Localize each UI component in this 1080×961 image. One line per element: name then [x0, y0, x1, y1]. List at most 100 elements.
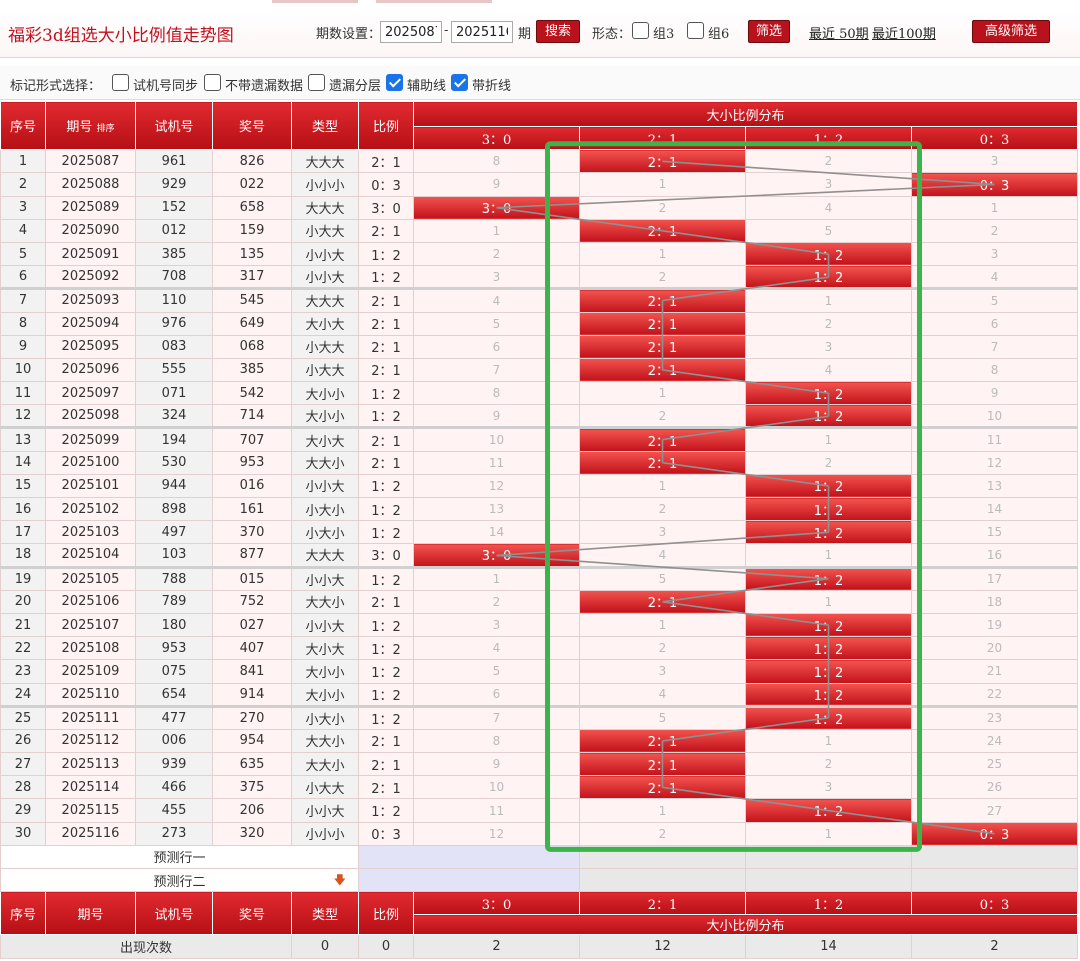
- search-button[interactable]: 搜索: [536, 20, 580, 43]
- miss-cell: 1: [745, 426, 912, 452]
- footer-ratio-3-0: 3：0: [413, 891, 580, 916]
- type-cell: 小小大: [291, 798, 359, 823]
- type-cell: 小大大: [291, 775, 359, 800]
- miss-cell: 19: [910, 612, 1079, 638]
- hit-cell: 1：2: [745, 520, 912, 545]
- option-miss-layer-checkbox[interactable]: [308, 74, 325, 91]
- top-tab-1[interactable]: [272, 0, 358, 3]
- miss-cell: 2: [579, 265, 746, 290]
- option-aux-line-checkbox[interactable]: [386, 74, 403, 91]
- hit-cell: 2：1: [579, 728, 746, 754]
- predict-row-1[interactable]: 预测行一: [0, 844, 359, 870]
- predict-row-2-input[interactable]: [358, 867, 580, 893]
- award-cell: 953: [212, 450, 292, 475]
- award-cell: 068: [212, 334, 292, 359]
- miss-cell: 4: [579, 682, 746, 707]
- miss-cell: 1: [579, 241, 746, 267]
- miss-cell: 2: [413, 589, 580, 614]
- advanced-filter-button[interactable]: 高级筛选: [972, 20, 1050, 43]
- type-cell: 大大小: [291, 589, 359, 614]
- miss-cell: 1: [579, 381, 746, 406]
- award-cell: 375: [212, 775, 292, 800]
- footer-type: 类型: [291, 891, 359, 936]
- trial-cell: 477: [135, 704, 213, 730]
- period-end-input[interactable]: [451, 21, 513, 43]
- table-row: 20 2025106 789 752 大大小 2：1 2 2：1 1 18: [0, 589, 1079, 614]
- seq-cell: 27: [0, 752, 46, 777]
- option-trial-sync-label: 试机号同步: [133, 79, 199, 94]
- header-issue[interactable]: 期号 排序: [45, 100, 136, 151]
- miss-cell: 3: [910, 149, 1079, 174]
- ratio-cell: 1：2: [358, 704, 414, 730]
- miss-cell: 14: [413, 520, 580, 545]
- hit-cell: 1：2: [745, 612, 912, 638]
- recent-100-link[interactable]: 最近100期: [872, 23, 936, 42]
- seq-cell: 28: [0, 775, 46, 800]
- trend-rows: 1 2025087 961 826 大大大 2：1 8 2：1 2 3 2 2025088 929 022…: [0, 149, 1079, 846]
- ratio-cell: 1：2: [358, 404, 414, 429]
- trial-cell: 944: [135, 473, 213, 499]
- predict-2-cell[interactable]: [910, 867, 1079, 893]
- type-cell: 小大小: [291, 520, 359, 545]
- type-cell: 小大小: [291, 496, 359, 522]
- table-row: 24 2025110 654 914 大小小 1：2 6 4 1：2 22: [0, 682, 1079, 707]
- predict-row-1-input[interactable]: [358, 844, 580, 870]
- issue-cell: 2025106: [45, 589, 136, 614]
- miss-cell: 2: [745, 450, 912, 475]
- issue-cell: 2025097: [45, 381, 136, 406]
- table-row: 10 2025096 555 385 小大大 2：1 7 2：1 4 8: [0, 357, 1079, 383]
- stats-count-1-2: 14: [745, 934, 912, 959]
- option-trial-sync-checkbox[interactable]: [112, 74, 129, 91]
- miss-cell: 18: [910, 589, 1079, 614]
- filter-button[interactable]: 筛选: [748, 20, 790, 43]
- hit-cell: 1：2: [745, 798, 912, 823]
- hit-cell: 3：0: [413, 543, 580, 568]
- issue-cell: 2025112: [45, 728, 136, 754]
- trial-cell: 455: [135, 798, 213, 823]
- ratio-cell: 2：1: [358, 728, 414, 754]
- seq-cell: 10: [0, 357, 46, 383]
- predict-row-2[interactable]: 预测行二 🡇: [0, 867, 359, 893]
- type-cell: 大小小: [291, 682, 359, 707]
- miss-cell: 8: [413, 381, 580, 406]
- footer-ratio-2-1: 2：1: [579, 891, 746, 916]
- header-seq: 序号: [0, 100, 46, 151]
- predict-1-cell[interactable]: [579, 844, 746, 870]
- type-cell: 小大大: [291, 334, 359, 359]
- type-cell: 大大小: [291, 450, 359, 475]
- ratio-cell: 2：1: [358, 287, 414, 313]
- period-dash: -: [444, 23, 449, 38]
- sort-toggle[interactable]: 排序: [97, 124, 115, 134]
- award-cell: 320: [212, 821, 292, 846]
- header-ratio-1-2: 1：2: [745, 125, 912, 151]
- hit-cell: 2：1: [579, 450, 746, 475]
- hit-cell: 1：2: [745, 241, 912, 267]
- predict-1-cell[interactable]: [910, 844, 1079, 870]
- issue-cell: 2025107: [45, 612, 136, 638]
- period-label: 期数设置：: [316, 27, 382, 42]
- type-cell: 小小大: [291, 473, 359, 499]
- zu3-checkbox[interactable]: [632, 22, 649, 39]
- recent-50-link[interactable]: 最近 50期: [809, 23, 869, 42]
- trial-cell: 012: [135, 218, 213, 243]
- trial-cell: 385: [135, 241, 213, 267]
- option-polyline-checkbox[interactable]: [451, 74, 468, 91]
- predict-2-cell[interactable]: [579, 867, 746, 893]
- miss-cell: 4: [413, 287, 580, 313]
- arrow-down-icon[interactable]: 🡇: [334, 871, 346, 891]
- trial-cell: 194: [135, 426, 213, 452]
- period-start-input[interactable]: [380, 21, 442, 43]
- award-cell: 027: [212, 612, 292, 638]
- header-type: 类型: [291, 100, 359, 151]
- header-ratio-3-0: 3：0: [413, 125, 580, 151]
- seq-cell: 12: [0, 404, 46, 429]
- option-no-miss-checkbox[interactable]: [204, 74, 221, 91]
- zu6-checkbox[interactable]: [687, 22, 704, 39]
- type-cell: 大小小: [291, 659, 359, 684]
- miss-cell: 1: [745, 821, 912, 846]
- predict-1-cell[interactable]: [745, 844, 912, 870]
- miss-cell: 8: [413, 728, 580, 754]
- predict-2-cell[interactable]: [745, 867, 912, 893]
- miss-cell: 12: [413, 473, 580, 499]
- top-tab-2[interactable]: [376, 0, 492, 3]
